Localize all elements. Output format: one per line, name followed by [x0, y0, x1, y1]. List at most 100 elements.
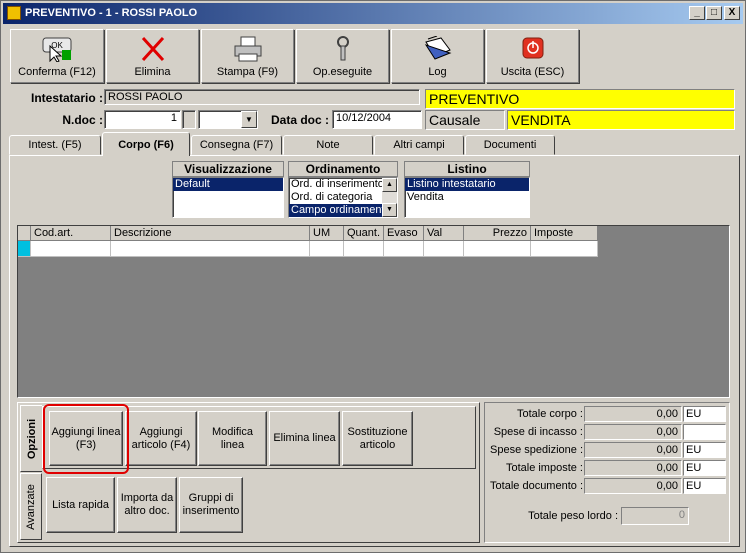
log-label: Log [428, 66, 447, 78]
log-button[interactable]: Log [391, 29, 484, 83]
exit-button[interactable]: Uscita (ESC) [486, 29, 579, 83]
app-icon [7, 6, 21, 20]
totale-documento-value: 0,00 [584, 478, 682, 494]
col-header-codart[interactable]: Cod.art. [31, 226, 111, 241]
minimize-button[interactable]: _ [689, 6, 705, 20]
replace-article-button[interactable]: Sostituzione articolo [342, 411, 413, 466]
import-doc-button[interactable]: Importa da altro doc. [117, 477, 177, 533]
book-icon [424, 36, 451, 60]
exit-label: Uscita (ESC) [500, 66, 565, 78]
col-header-imposte[interactable]: Imposte [531, 226, 598, 241]
totale-documento-label: Totale documento : [490, 480, 583, 492]
scrollbar[interactable]: ▲ ▼ [382, 178, 397, 217]
totale-imposte-currency[interactable]: EU [683, 460, 726, 476]
table-row-cell[interactable] [111, 241, 310, 257]
date-input[interactable]: 10/12/2004 [332, 110, 422, 129]
tab-intestazione[interactable]: Intest. (F5) [9, 135, 101, 155]
ordinamento-list[interactable]: Ord. di inserimento Ord. di categoria Ca… [288, 177, 398, 218]
row-selector[interactable] [18, 241, 31, 257]
insert-groups-button[interactable]: Gruppi di inserimento [179, 477, 243, 533]
totale-peso-value: 0 [621, 507, 689, 525]
wrench-icon [336, 36, 349, 61]
spese-incasso-value: 0,00 [584, 424, 682, 440]
ops-button[interactable]: Op.eseguite [296, 29, 389, 83]
tab-avanzate-label: Avanzate [25, 483, 37, 530]
list-item[interactable]: Campo ordinamento [289, 204, 391, 217]
listino-list[interactable]: Listino intestatario Vendita [404, 177, 530, 218]
print-label: Stampa (F9) [216, 66, 279, 78]
window-title: PREVENTIVO - 1 - ROSSI PAOLO [25, 7, 198, 19]
confirm-label: Conferma (F12) [18, 66, 96, 78]
col-header-descrizione[interactable]: Descrizione [111, 226, 310, 241]
causale-label: Causale [425, 110, 505, 130]
col-header-prezzo[interactable]: Prezzo [464, 226, 531, 241]
date-label: Data doc : [270, 113, 329, 127]
main-window: PREVENTIVO - 1 - ROSSI PAOLO _ □ X OK Co… [0, 0, 746, 553]
totale-imposte-value: 0,00 [584, 460, 682, 476]
table-row-cell[interactable] [464, 241, 531, 257]
table-row-cell[interactable] [384, 241, 424, 257]
chevron-down-icon[interactable]: ▼ [241, 111, 257, 128]
tab-corpo[interactable]: Corpo (F6) [102, 132, 190, 156]
confirm-button[interactable]: OK Conferma (F12) [10, 29, 104, 83]
list-item[interactable]: Vendita [405, 191, 529, 204]
ndoc-suffix-button[interactable] [182, 110, 196, 129]
close-window-button[interactable]: X [724, 6, 740, 20]
delete-x-icon [141, 36, 164, 62]
add-article-button[interactable]: Aggiungi articolo (F4) [125, 411, 197, 466]
quick-list-button[interactable]: Lista rapida [46, 477, 115, 533]
tab-consegna[interactable]: Consegna (F7) [191, 135, 282, 155]
edit-line-button[interactable]: Modifica linea [198, 411, 267, 466]
holder-label: Intestatario : [30, 91, 103, 105]
table-row-cell[interactable] [344, 241, 384, 257]
spese-incasso-label: Spese di incasso : [493, 426, 583, 438]
title-bar: PREVENTIVO - 1 - ROSSI PAOLO _ □ X [3, 3, 743, 24]
delete-label: Elimina [134, 66, 171, 78]
totale-peso-label: Totale peso lordo : [528, 510, 618, 522]
tab-avanzate[interactable]: Avanzate [20, 473, 42, 540]
lines-grid[interactable]: Cod.art. Descrizione UM Quant. Evaso Val… [17, 225, 730, 398]
tab-altri-campi[interactable]: Altri campi [374, 135, 464, 155]
spese-spedizione-label: Spese spedizione : [490, 444, 583, 456]
totale-corpo-currency[interactable]: EU [683, 406, 726, 422]
list-item[interactable]: Ord. di categoria [289, 191, 382, 204]
table-row-cell[interactable] [531, 241, 598, 257]
table-row-cell[interactable] [310, 241, 344, 257]
tab-opzioni-label: Opzioni [25, 418, 38, 459]
col-header-quant[interactable]: Quant. [344, 226, 384, 241]
spese-spedizione-value: 0,00 [584, 442, 682, 458]
tab-documenti[interactable]: Documenti [465, 135, 555, 155]
col-header-um[interactable]: UM [310, 226, 344, 241]
printer-icon [234, 36, 261, 62]
list-item[interactable]: Listino intestatario [405, 178, 529, 191]
visualizzazione-list[interactable]: Default [172, 177, 284, 218]
power-icon [522, 37, 543, 59]
causale-field: VENDITA [507, 110, 735, 130]
ndoc-series-select[interactable]: ▼ [198, 110, 258, 129]
spese-incasso-currency[interactable] [683, 424, 726, 440]
tab-opzioni[interactable]: Opzioni [20, 405, 42, 472]
totale-corpo-value: 0,00 [584, 406, 682, 422]
list-item[interactable]: Default [173, 178, 283, 191]
spese-spedizione-currency[interactable]: EU [683, 442, 726, 458]
doc-type-badge: PREVENTIVO [425, 89, 735, 109]
tab-note[interactable]: Note [283, 135, 373, 155]
list-item[interactable]: Ord. di inserimento [289, 178, 384, 191]
totale-imposte-label: Totale imposte : [505, 462, 583, 474]
ok-confirm-icon: OK [42, 37, 72, 62]
col-header-val[interactable]: Val [424, 226, 464, 241]
table-row-cell[interactable] [424, 241, 464, 257]
scroll-down-icon[interactable]: ▼ [382, 203, 397, 217]
holder-field: ROSSI PAOLO [104, 89, 420, 105]
table-row-cell[interactable] [31, 241, 111, 257]
delete-button[interactable]: Elimina [106, 29, 199, 83]
ops-label: Op.eseguite [312, 66, 373, 78]
totale-documento-currency[interactable]: EU [683, 478, 726, 494]
ndoc-input[interactable]: 1 [104, 110, 181, 129]
maximize-button[interactable]: □ [706, 6, 722, 20]
delete-line-button[interactable]: Elimina linea [269, 411, 340, 466]
col-header-evaso[interactable]: Evaso [384, 226, 424, 241]
print-button[interactable]: Stampa (F9) [201, 29, 294, 83]
scroll-up-icon[interactable]: ▲ [382, 178, 397, 192]
visualizzazione-header: Visualizzazione [172, 161, 284, 177]
